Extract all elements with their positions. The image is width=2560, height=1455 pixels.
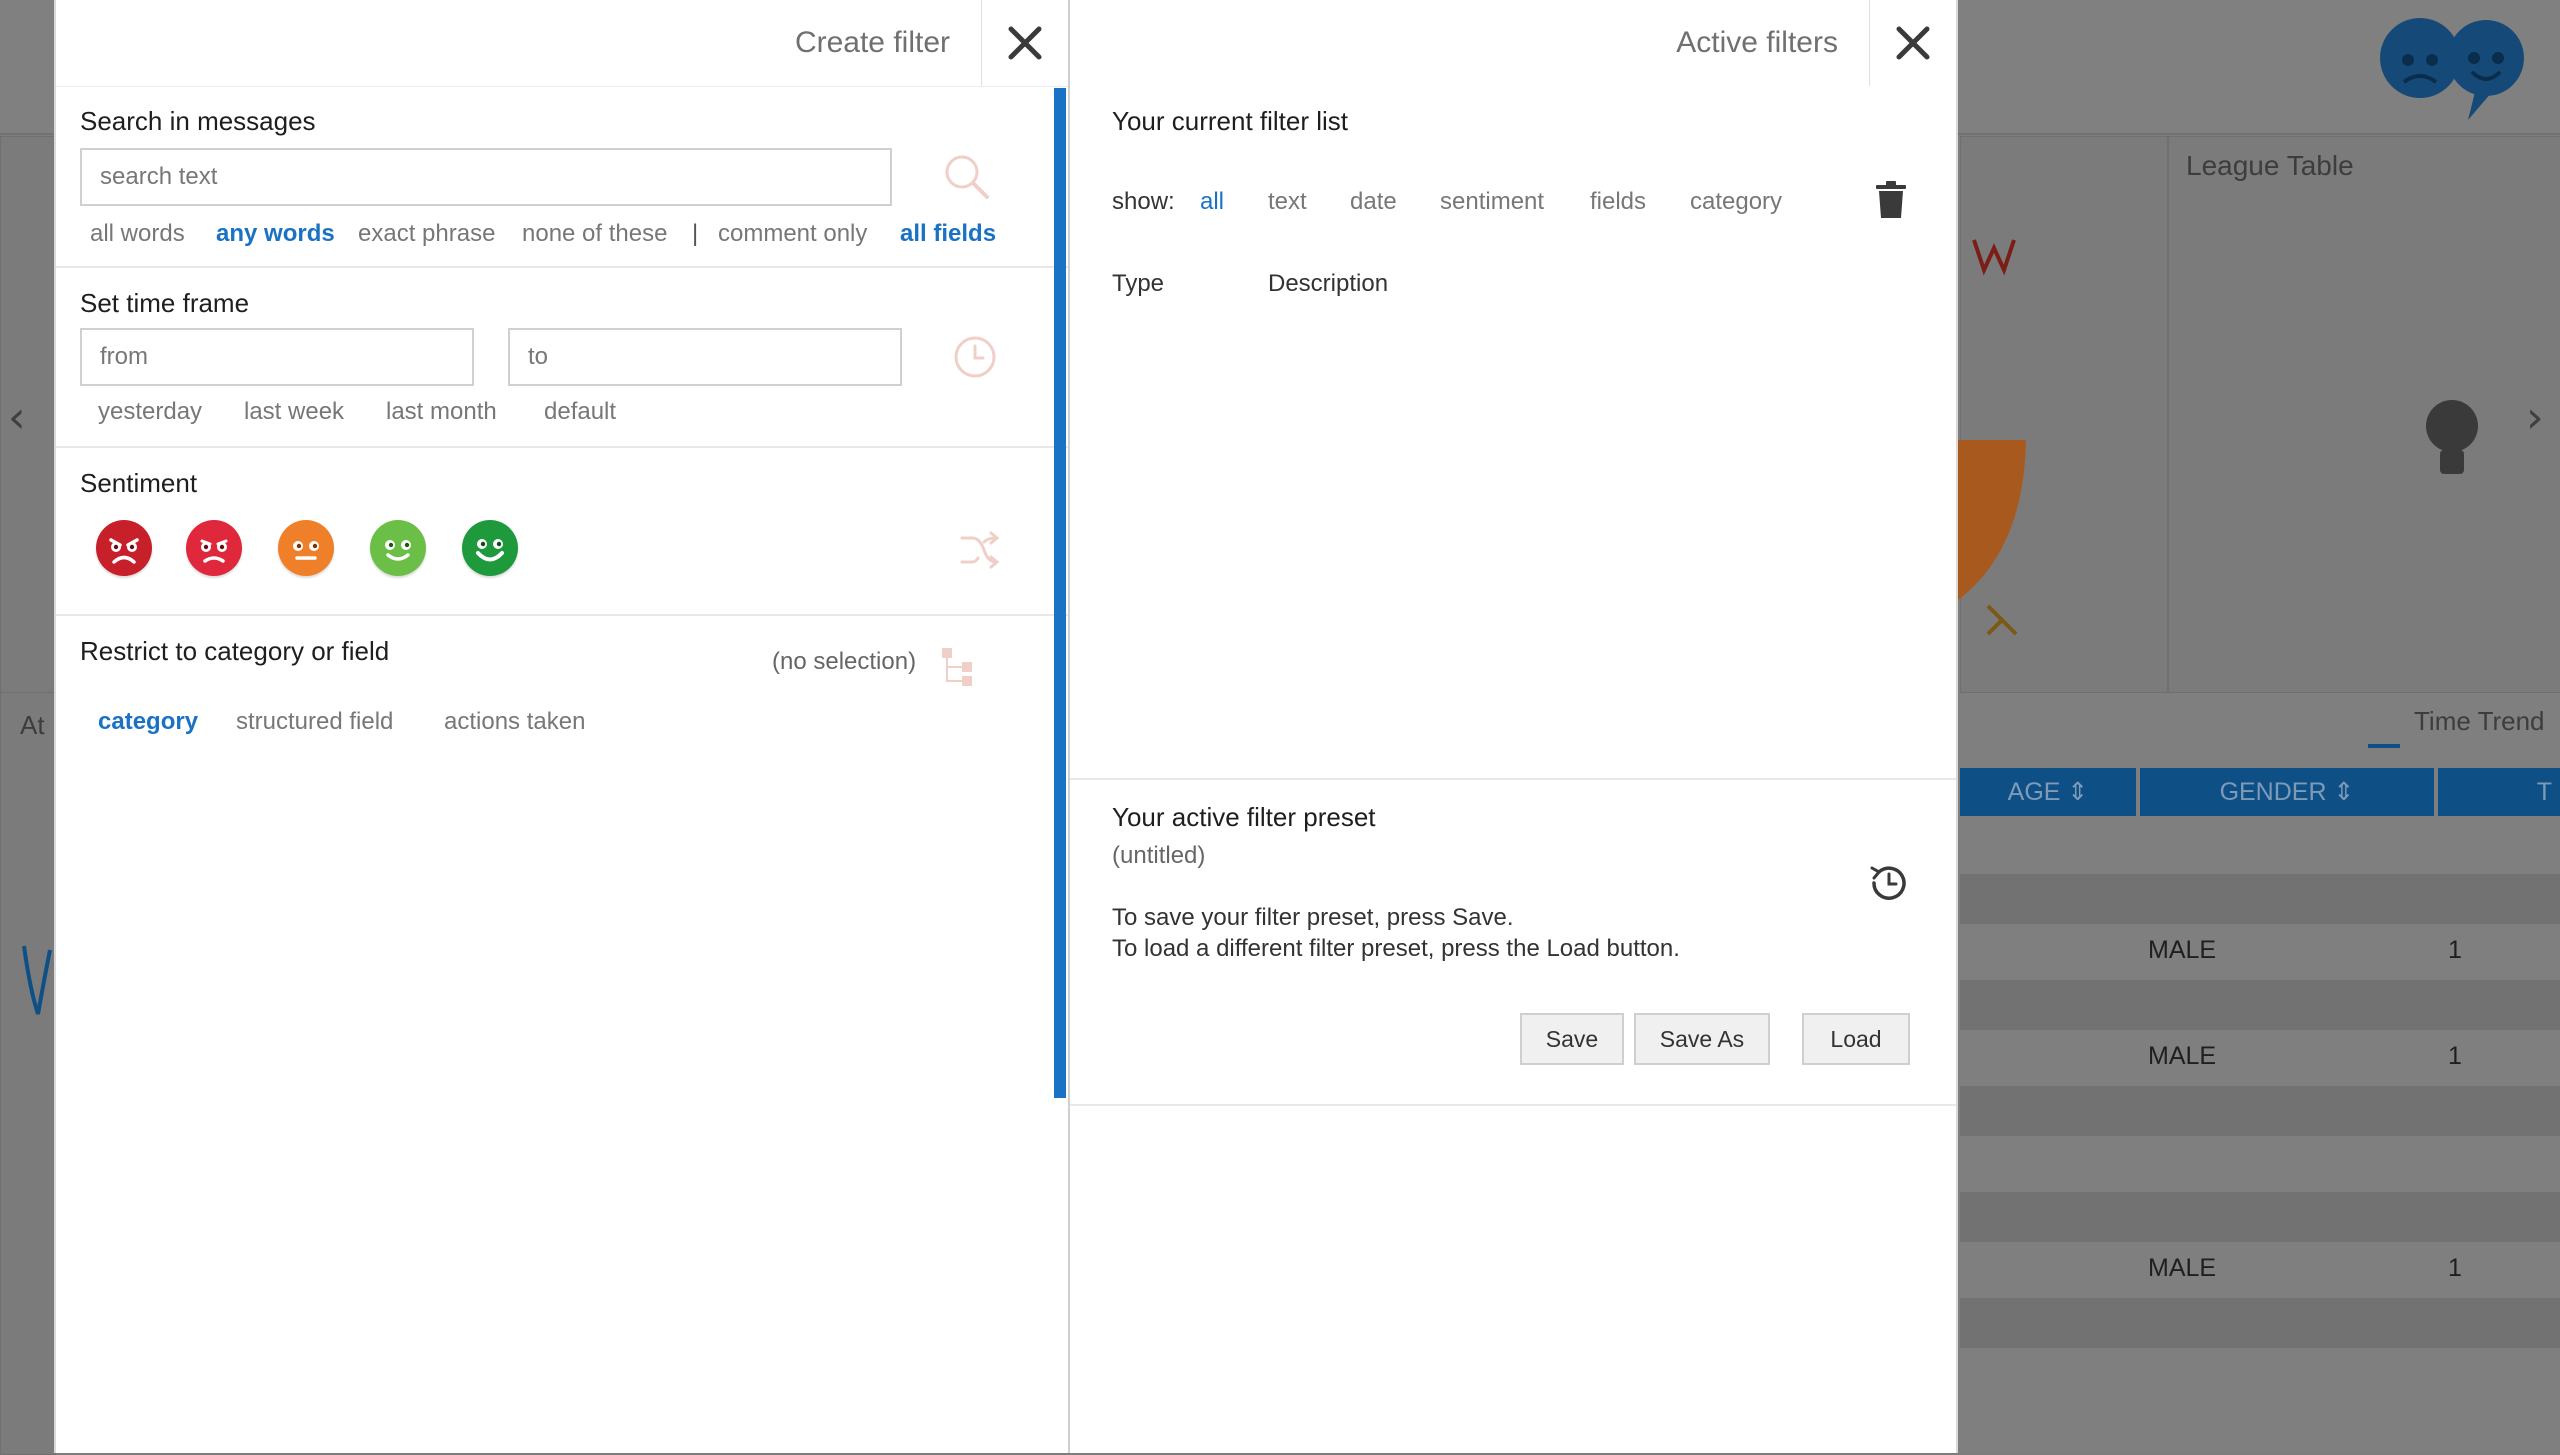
active-filters-header: Active filters [1070,0,1956,86]
option-all-words[interactable]: all words [90,220,185,248]
bg-cell-count: 1 [2448,936,2462,964]
time-frame-section: Set time frame yesterday last week last … [56,268,1068,448]
bg-card-bottom-left [0,692,56,1455]
search-section: Search in messages all words any words e… [56,88,1068,268]
history-icon[interactable] [1866,860,1912,906]
bg-script-w [22,945,52,1015]
tab-structured-field[interactable]: structured field [236,708,393,736]
trash-icon[interactable] [1874,180,1908,220]
scrollbar[interactable] [1054,88,1066,1098]
sentiment-positive-icon[interactable] [370,520,426,576]
show-text[interactable]: text [1268,188,1307,216]
close-active-filters-button[interactable] [1869,0,1956,86]
bg-prev-arrow-icon: ‹ [8,392,26,443]
from-date-input[interactable] [80,328,474,386]
sentiment-section: Sentiment [56,448,1068,616]
bg-pie-label-w [1972,239,2016,276]
preset-last-week[interactable]: last week [244,398,344,426]
bg-pie-slice [1958,440,2026,600]
preset-help-save: To save your filter preset, press Save. [1112,904,1514,931]
tree-icon[interactable] [938,644,982,688]
search-icon[interactable] [942,152,992,202]
preset-name: (untitled) [1112,842,1206,869]
category-selection-value: (no selection) [772,648,917,675]
option-any-words[interactable]: any words [216,220,335,248]
sentiment-title: Sentiment [80,468,198,498]
bg-card-league [2168,136,2560,693]
create-filter-panel: Create filter Search in messages all wor… [54,0,1070,1453]
bg-row [1960,1192,2560,1242]
save-button[interactable]: Save [1520,1013,1624,1065]
bg-col-t: T [2438,768,2560,816]
option-exact-phrase[interactable]: exact phrase [358,220,495,248]
close-create-filter-button[interactable] [981,0,1068,86]
search-input[interactable] [80,148,892,206]
show-category[interactable]: category [1690,188,1782,216]
bg-row [1960,874,2560,924]
preset-help-load: To load a different filter preset, press… [1112,935,1680,962]
bg-row [1960,1086,2560,1136]
show-date[interactable]: date [1350,188,1397,216]
category-section: Restrict to category or field (no select… [56,616,1068,756]
category-section-title: Restrict to category or field [80,636,390,666]
option-comment-only[interactable]: comment only [718,220,867,248]
bg-row [1960,980,2560,1030]
bg-tab-indicator [2368,744,2400,748]
bg-cell-gender: MALE [2148,1042,2217,1070]
load-button[interactable]: Load [1802,1013,1910,1065]
bg-col-gender: GENDER ⇕ [2140,768,2434,816]
bg-at-label: At [20,710,45,740]
show-label: show: [1112,188,1175,215]
save-as-button[interactable]: Save As [1634,1013,1770,1065]
tab-category[interactable]: category [98,708,198,736]
lightbulb-icon [2426,400,2478,474]
close-icon [1896,26,1930,60]
preset-default[interactable]: default [544,398,616,426]
preset-yesterday[interactable]: yesterday [98,398,202,426]
sentiment-negative-icon[interactable] [186,520,242,576]
close-icon [1008,26,1042,60]
sentiment-very-negative-icon[interactable] [96,520,152,576]
time-frame-title: Set time frame [80,288,250,318]
option-none-of-these[interactable]: none of these [522,220,667,248]
bg-col-age: AGE ⇕ [1960,768,2136,816]
bg-cell-gender: MALE [2148,1254,2217,1282]
bg-next-arrow-icon: › [2526,392,2544,443]
preset-last-month[interactable]: last month [386,398,497,426]
preset-title: Your active filter preset [1112,802,1376,832]
bg-cell-count: 1 [2448,1042,2462,1070]
column-description: Description [1268,270,1389,297]
filter-list-title: Your current filter list [1112,106,1349,136]
create-filter-title: Create filter [794,26,950,59]
show-all[interactable]: all [1200,188,1224,216]
search-section-title: Search in messages [80,106,316,136]
option-all-fields[interactable]: all fields [900,220,996,248]
shuffle-icon[interactable] [958,528,1002,572]
sentiment-very-positive-icon[interactable] [462,520,518,576]
sentiment-neutral-icon[interactable] [278,520,334,576]
bg-league-title: League Table [2186,150,2354,181]
show-sentiment[interactable]: sentiment [1440,188,1544,216]
app-logo-icon [2380,18,2524,120]
column-type: Type [1112,270,1165,297]
bg-pie-label-k [1986,604,2018,636]
option-separator: | [692,220,699,247]
show-fields[interactable]: fields [1590,188,1646,216]
bg-cell-gender: MALE [2148,936,2217,964]
active-filters-panel: Active filters Your current filter list … [1070,0,1958,1453]
tab-actions-taken[interactable]: actions taken [444,708,585,736]
active-filters-title: Active filters [1676,26,1838,59]
to-date-input[interactable] [508,328,902,386]
bg-time-trend: Time Trend [2414,706,2545,736]
bg-row [1960,1298,2560,1348]
clock-icon[interactable] [952,334,998,380]
create-filter-header: Create filter [56,0,1068,87]
bg-cell-count: 1 [2448,1254,2462,1282]
